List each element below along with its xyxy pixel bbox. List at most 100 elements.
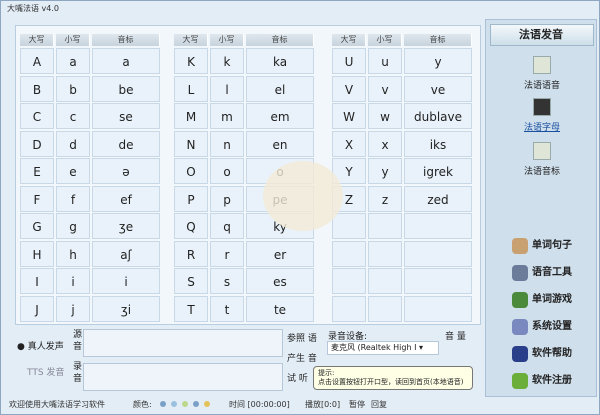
uppercase-cell[interactable] <box>332 295 366 322</box>
lowercase-cell[interactable]: o <box>210 158 244 184</box>
lowercase-cell[interactable]: k <box>210 48 244 74</box>
phonetic-cell[interactable]: ʒi <box>92 295 160 322</box>
lowercase-cell[interactable]: a <box>56 48 90 74</box>
phonetic-cell[interactable]: en <box>246 130 314 157</box>
uppercase-cell[interactable] <box>332 213 366 239</box>
record-audio-field[interactable] <box>83 363 283 391</box>
lowercase-cell[interactable]: i <box>56 268 90 294</box>
uppercase-cell[interactable]: G <box>20 213 54 239</box>
sidebar-item-french-speech[interactable]: 法语语音 <box>486 56 598 91</box>
lowercase-cell[interactable]: e <box>56 158 90 184</box>
sidebar-nav-software-register[interactable]: 软件注册 <box>490 369 594 393</box>
sidebar-nav-software-help[interactable]: 软件帮助 <box>490 342 594 366</box>
uppercase-cell[interactable]: X <box>332 130 366 157</box>
uppercase-cell[interactable]: E <box>20 158 54 184</box>
lowercase-cell[interactable]: c <box>56 103 90 129</box>
lowercase-cell[interactable]: m <box>210 103 244 129</box>
lowercase-cell[interactable]: u <box>368 48 402 74</box>
phonetic-cell[interactable] <box>404 240 472 267</box>
uppercase-cell[interactable]: Q <box>174 213 208 239</box>
phonetic-cell[interactable]: i <box>92 268 160 294</box>
source-audio-field[interactable] <box>83 329 283 357</box>
lowercase-cell[interactable]: g <box>56 213 90 239</box>
sidebar-nav-words-sentences[interactable]: 单词句子 <box>490 234 594 258</box>
lowercase-cell[interactable]: q <box>210 213 244 239</box>
uppercase-cell[interactable]: R <box>174 240 208 267</box>
lowercase-cell[interactable]: b <box>56 75 90 102</box>
phonetic-cell[interactable]: er <box>246 240 314 267</box>
lowercase-cell[interactable]: w <box>368 103 402 129</box>
phonetic-cell[interactable] <box>404 213 472 239</box>
phonetic-cell[interactable]: ve <box>404 75 472 102</box>
lowercase-cell[interactable]: r <box>210 240 244 267</box>
uppercase-cell[interactable]: I <box>20 268 54 294</box>
lowercase-cell[interactable]: l <box>210 75 244 102</box>
lowercase-cell[interactable]: x <box>368 130 402 157</box>
sidebar-item-french-alphabet[interactable]: 法语字母 <box>486 98 598 133</box>
lowercase-cell[interactable] <box>368 268 402 294</box>
lowercase-cell[interactable]: t <box>210 295 244 322</box>
lowercase-cell[interactable]: h <box>56 240 90 267</box>
phonetic-cell[interactable]: a <box>92 48 160 74</box>
phonetic-cell[interactable]: ka <box>246 48 314 74</box>
uppercase-cell[interactable]: B <box>20 75 54 102</box>
lowercase-cell[interactable]: j <box>56 295 90 322</box>
phonetic-cell[interactable]: iks <box>404 130 472 157</box>
lowercase-cell[interactable]: f <box>56 185 90 212</box>
phonetic-cell[interactable]: zed <box>404 185 472 212</box>
reply-button[interactable]: 回复 <box>371 397 387 413</box>
lowercase-cell[interactable] <box>368 295 402 322</box>
lowercase-cell[interactable]: p <box>210 185 244 212</box>
sidebar-nav-system-settings[interactable]: 系统设置 <box>490 315 594 339</box>
sidebar-nav-word-games[interactable]: 单词游戏 <box>490 288 594 312</box>
phonetic-cell[interactable]: ef <box>92 185 160 212</box>
sidebar-item-french-phonetics[interactable]: 法语音标 <box>486 142 598 177</box>
uppercase-cell[interactable]: J <box>20 295 54 322</box>
uppercase-cell[interactable]: L <box>174 75 208 102</box>
lowercase-cell[interactable]: s <box>210 268 244 294</box>
sidebar-header-french-pronunciation[interactable]: 法语发音 <box>490 24 594 46</box>
uppercase-cell[interactable]: N <box>174 130 208 157</box>
phonetic-cell[interactable]: ʒe <box>92 213 160 239</box>
lowercase-cell[interactable]: d <box>56 130 90 157</box>
phonetic-cell[interactable]: be <box>92 75 160 102</box>
phonetic-cell[interactable]: se <box>92 103 160 129</box>
uppercase-cell[interactable] <box>332 240 366 267</box>
uppercase-cell[interactable]: M <box>174 103 208 129</box>
reference-button[interactable]: 参照 语 <box>287 331 317 344</box>
lowercase-cell[interactable] <box>368 240 402 267</box>
color-swatch[interactable] <box>204 401 210 407</box>
phonetic-cell[interactable] <box>404 268 472 294</box>
color-swatch[interactable] <box>182 401 188 407</box>
lowercase-cell[interactable] <box>368 213 402 239</box>
phonetic-cell[interactable]: aʃ <box>92 240 160 267</box>
uppercase-cell[interactable]: H <box>20 240 54 267</box>
phonetic-cell[interactable]: dublave <box>404 103 472 129</box>
phonetic-cell[interactable]: em <box>246 103 314 129</box>
uppercase-cell[interactable]: K <box>174 48 208 74</box>
lowercase-cell[interactable]: y <box>368 158 402 184</box>
phonetic-cell[interactable]: ə <box>92 158 160 184</box>
uppercase-cell[interactable] <box>332 268 366 294</box>
uppercase-cell[interactable]: U <box>332 48 366 74</box>
uppercase-cell[interactable]: S <box>174 268 208 294</box>
sidebar-nav-speech-tools[interactable]: 语音工具 <box>490 261 594 285</box>
pause-button[interactable]: 暂停 <box>349 397 365 413</box>
generate-button[interactable]: 产生 音 <box>287 351 317 364</box>
uppercase-cell[interactable]: V <box>332 75 366 102</box>
color-swatch[interactable] <box>160 401 166 407</box>
lowercase-cell[interactable]: v <box>368 75 402 102</box>
lowercase-cell[interactable]: z <box>368 185 402 212</box>
uppercase-cell[interactable]: A <box>20 48 54 74</box>
color-swatch[interactable] <box>193 401 199 407</box>
phonetic-cell[interactable]: el <box>246 75 314 102</box>
uppercase-cell[interactable]: F <box>20 185 54 212</box>
lowercase-cell[interactable]: n <box>210 130 244 157</box>
phonetic-cell[interactable]: y <box>404 48 472 74</box>
phonetic-cell[interactable] <box>404 295 472 322</box>
phonetic-cell[interactable]: te <box>246 295 314 322</box>
uppercase-cell[interactable]: O <box>174 158 208 184</box>
listen-button[interactable]: 试 听 <box>287 371 308 384</box>
phonetic-cell[interactable]: es <box>246 268 314 294</box>
real-voice-radio[interactable]: ● 真人发声 <box>17 339 64 352</box>
